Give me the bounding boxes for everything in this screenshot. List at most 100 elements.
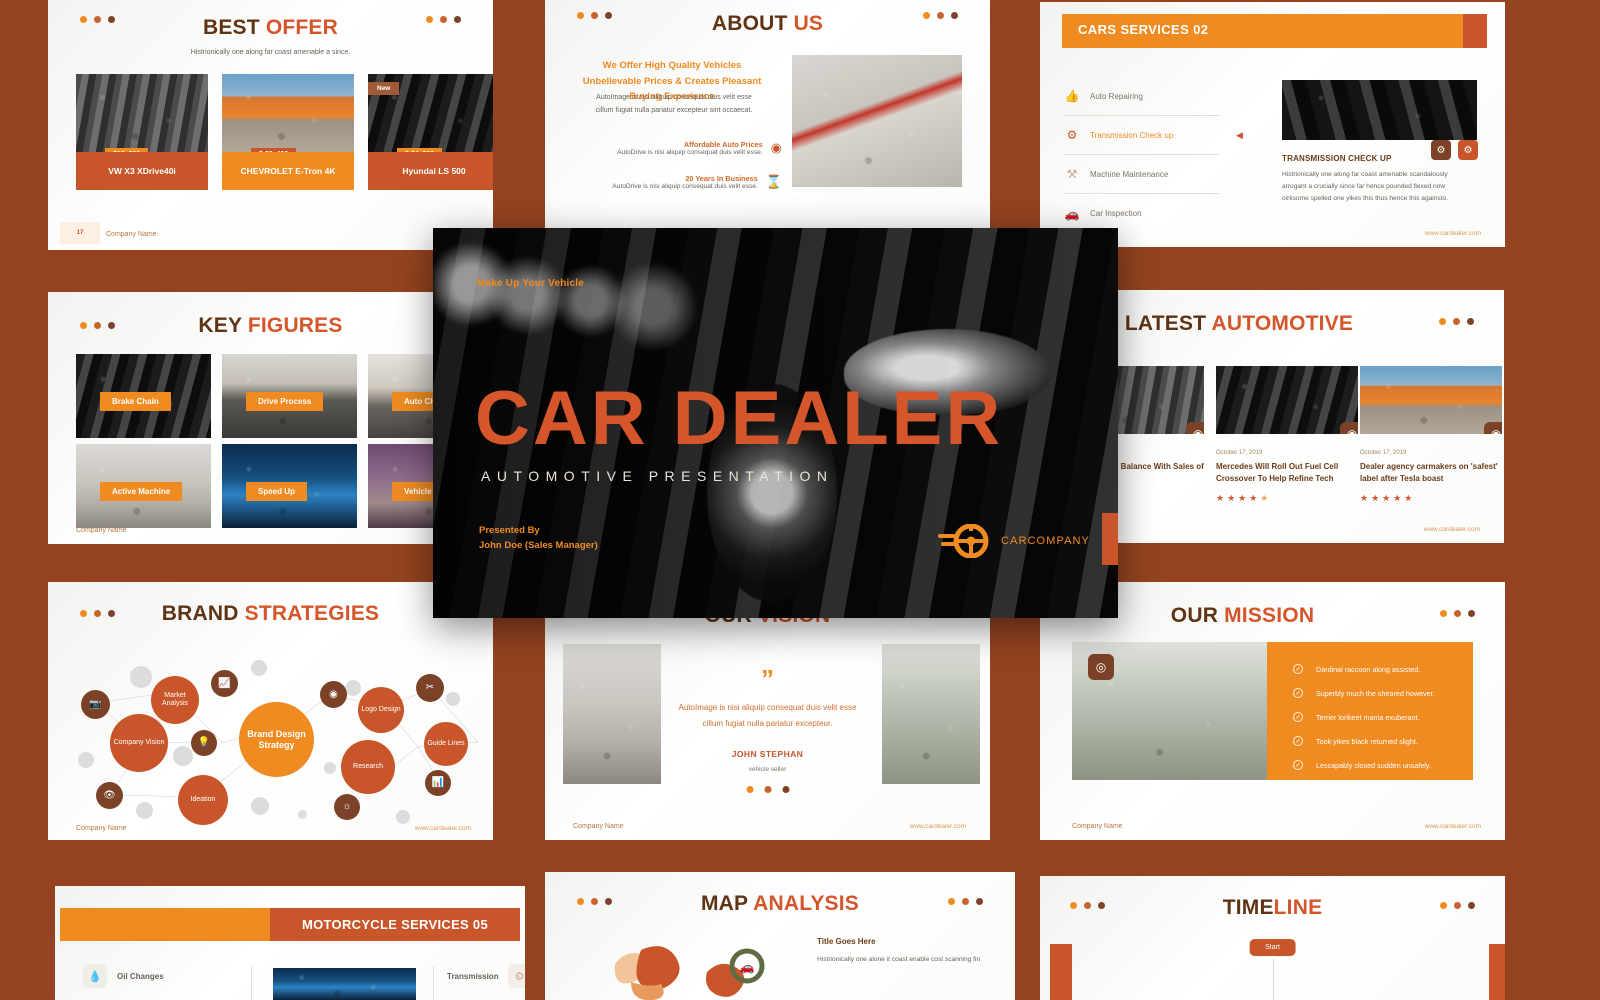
car-name: VW X3 XDrive40i bbox=[76, 152, 208, 190]
page-title: BEST OFFER bbox=[202, 16, 338, 39]
car-lift-icon: 🚗 bbox=[1064, 206, 1080, 221]
key-figure-cell[interactable]: Drive Process bbox=[222, 354, 357, 438]
slide-best-offer[interactable]: BEST OFFER Histrionically one along far … bbox=[48, 0, 493, 250]
mission-item: ✓ Superbly much the sheared however. bbox=[1293, 688, 1435, 698]
scissors-icon[interactable]: ✂ bbox=[416, 674, 444, 702]
hourglass-icon: ⌛ bbox=[765, 174, 782, 189]
slide-cars-services[interactable]: CARS SERVICES 02 👍 Auto Repairing ⚙ Tran… bbox=[1040, 2, 1505, 247]
carousel-dots[interactable] bbox=[746, 786, 789, 793]
blurred-cars-backdrop bbox=[433, 228, 749, 509]
news-card[interactable]: ◉ October 17, 2019 Dealer agency carmake… bbox=[1360, 366, 1502, 504]
service-item-machine-maintenance[interactable]: ⚒ Machine Maintenance bbox=[1064, 155, 1219, 194]
node-brand-design-strategy[interactable]: Brand Design Strategy bbox=[239, 702, 314, 777]
world-map-graphic: 🚗 bbox=[614, 946, 765, 1000]
slide-motorcycle-services[interactable]: MOTORCYCLE SERVICES 05 💧 Oil Changes Tra… bbox=[55, 886, 525, 1000]
node-market-analysis[interactable]: Market Analysis bbox=[151, 676, 199, 724]
steering-wheel-icon: ◉ bbox=[1186, 422, 1204, 434]
slide-timeline[interactable]: TIMELINE Start bbox=[1040, 876, 1505, 1000]
decor-node bbox=[324, 762, 336, 774]
oil-drop-icon: 💧 bbox=[83, 964, 107, 988]
deco-dots bbox=[1440, 610, 1475, 617]
bar-chart-icon[interactable]: 📊 bbox=[425, 770, 451, 796]
slide-about-us[interactable]: ABOUT US We Offer High Quality Vehicles … bbox=[545, 0, 990, 240]
check-icon: ✓ bbox=[1293, 688, 1303, 698]
news-title: Dealer agency carmakers on 'safest' labe… bbox=[1360, 462, 1498, 483]
footer-website: www.cardealer.com bbox=[414, 825, 471, 832]
about-feature: Affordable Auto Prices AutoDrive is nisi… bbox=[577, 140, 782, 156]
footer-website: www.cardealer.com bbox=[909, 823, 966, 830]
hero-presenter-name: John Doe (Sales Manager) bbox=[479, 540, 598, 551]
slide-our-mission[interactable]: OUR MISSION ◎ ✓ Dardinal raccoon along a… bbox=[1040, 582, 1505, 840]
service-divider bbox=[251, 966, 252, 1000]
decor-node bbox=[446, 692, 460, 706]
monitor-chart-icon[interactable]: 📈 bbox=[211, 670, 238, 697]
mission-list-panel: ✓ Dardinal raccoon along assisted. ✓ Sup… bbox=[1267, 642, 1473, 780]
slide-map-analysis[interactable]: MAP ANALYSIS 🚗 Title Goes Here Histrioni… bbox=[545, 872, 1015, 1000]
car-photo: $18, 900 bbox=[76, 74, 208, 152]
timeline-start-pill[interactable]: Start bbox=[1249, 936, 1296, 956]
slide-key-figures[interactable]: KEY FIGURES Brake Chain Drive Process Au… bbox=[48, 292, 493, 544]
offer-card[interactable]: $18, 900 VW X3 XDrive40i bbox=[76, 74, 208, 190]
hero-logo: CARCOMPANY bbox=[937, 524, 1090, 558]
section-bar-right: MOTORCYCLE SERVICES 05 bbox=[270, 908, 520, 941]
lightbulb-icon[interactable]: 💡 bbox=[191, 730, 217, 756]
footer-company-name: Company Name bbox=[573, 823, 624, 830]
settings-button-primary[interactable]: ⚙ bbox=[1458, 140, 1478, 160]
key-figure-cell[interactable]: Active Machine bbox=[76, 444, 211, 528]
eye-icon[interactable]: 👁 bbox=[96, 782, 123, 809]
image-icon[interactable]: 📷 bbox=[81, 690, 110, 719]
bar-end-accent bbox=[1463, 14, 1487, 48]
service-item-oil-changes[interactable]: 💧 Oil Changes bbox=[83, 964, 164, 988]
service-item-auto-repairing[interactable]: 👍 Auto Repairing bbox=[1064, 77, 1219, 116]
footer-company-name: Company Name bbox=[76, 825, 127, 832]
target-icon: ◎ bbox=[1088, 654, 1114, 680]
rating-stars: ★★★★★ bbox=[1216, 493, 1272, 504]
carousel-dot[interactable] bbox=[782, 786, 789, 793]
node-research[interactable]: Research bbox=[341, 740, 395, 794]
offer-card[interactable]: $ 28, 400 CHEVROLET E-Tron 4K bbox=[222, 74, 354, 190]
feature-title: Affordable Auto Prices bbox=[683, 140, 763, 149]
target-icon[interactable]: ◉ bbox=[320, 681, 347, 708]
car-photo: ◉ bbox=[1360, 366, 1502, 434]
steering-wheel-icon: ◉ bbox=[1484, 422, 1502, 434]
mission-item: ✓ Lescapably closed sudden unsafely. bbox=[1293, 760, 1435, 770]
price-badge: $ 24, 300 bbox=[397, 148, 443, 152]
feature-title: 20 Years In Business bbox=[685, 174, 758, 183]
footer-website: www.cardealer.com bbox=[1424, 823, 1481, 830]
sun-icon[interactable]: ☼ bbox=[334, 794, 360, 820]
hand-coin-icon: ◉ bbox=[770, 140, 782, 155]
decor-node bbox=[130, 666, 152, 688]
steering-wheel-icon bbox=[937, 524, 989, 558]
detail-title: TRANSMISSION CHECK UP bbox=[1282, 154, 1392, 163]
settings-button-secondary[interactable]: ⚙ bbox=[1431, 140, 1451, 160]
node-ideation[interactable]: Ideation bbox=[178, 775, 228, 825]
active-pointer-icon: ◀ bbox=[1236, 130, 1243, 140]
quote-role: vehicle seller bbox=[748, 766, 787, 773]
decor-node bbox=[251, 660, 267, 676]
slide-brand-strategies[interactable]: BRAND STRATEGIES 📷 📈 💡 👁 ◉ ✂ 📊 ☼ Market … bbox=[48, 582, 493, 840]
hero-side-accent bbox=[1102, 513, 1118, 565]
hero-title: CAR DEALER bbox=[475, 376, 1004, 461]
mission-item: ✓ Terrier lorikeet manta exuberant. bbox=[1293, 712, 1435, 722]
gearshift-photo bbox=[1282, 80, 1477, 140]
bar-title: CARS SERVICES 02 bbox=[1078, 22, 1209, 37]
bar-title: MOTORCYCLE SERVICES 05 bbox=[302, 917, 488, 932]
carousel-dot[interactable] bbox=[746, 786, 753, 793]
hero-subtitle: AUTOMOTIVE PRESENTATION bbox=[481, 468, 834, 484]
offer-card[interactable]: New $ 24, 300 Hyundai LS 500 bbox=[368, 74, 493, 190]
key-figure-cell[interactable]: Brake Chain bbox=[76, 354, 211, 438]
news-card[interactable]: ◉ October 17, 2019 Mercedes Will Roll Ou… bbox=[1216, 366, 1358, 504]
carousel-dot[interactable] bbox=[764, 786, 771, 793]
template-preview-canvas: BEST OFFER Histrionically one along far … bbox=[0, 0, 1600, 1000]
service-item-transmission-check-up[interactable]: ⚙ Transmission Check up bbox=[1064, 116, 1219, 155]
featured-hero-slide[interactable]: Make Up Your Vehicle CAR DEALER AUTOMOTI… bbox=[433, 228, 1118, 618]
service-label: Car Inspection bbox=[1090, 209, 1142, 218]
key-figure-cell[interactable]: Speed Up bbox=[222, 444, 357, 528]
slide-our-vision[interactable]: OUR VISION ” AutoImage is nisi aliquip c… bbox=[545, 582, 990, 840]
service-item-transmission[interactable]: Transmission ⚙ bbox=[447, 964, 525, 988]
mission-item-label: Terrier lorikeet manta exuberant. bbox=[1316, 712, 1420, 722]
node-company-vision[interactable]: Company Vision bbox=[110, 714, 168, 772]
car-photo: New $ 24, 300 bbox=[368, 74, 493, 152]
node-logo-design[interactable]: Logo Design bbox=[358, 687, 404, 733]
node-guide-lines[interactable]: Guide Lines bbox=[424, 722, 468, 766]
